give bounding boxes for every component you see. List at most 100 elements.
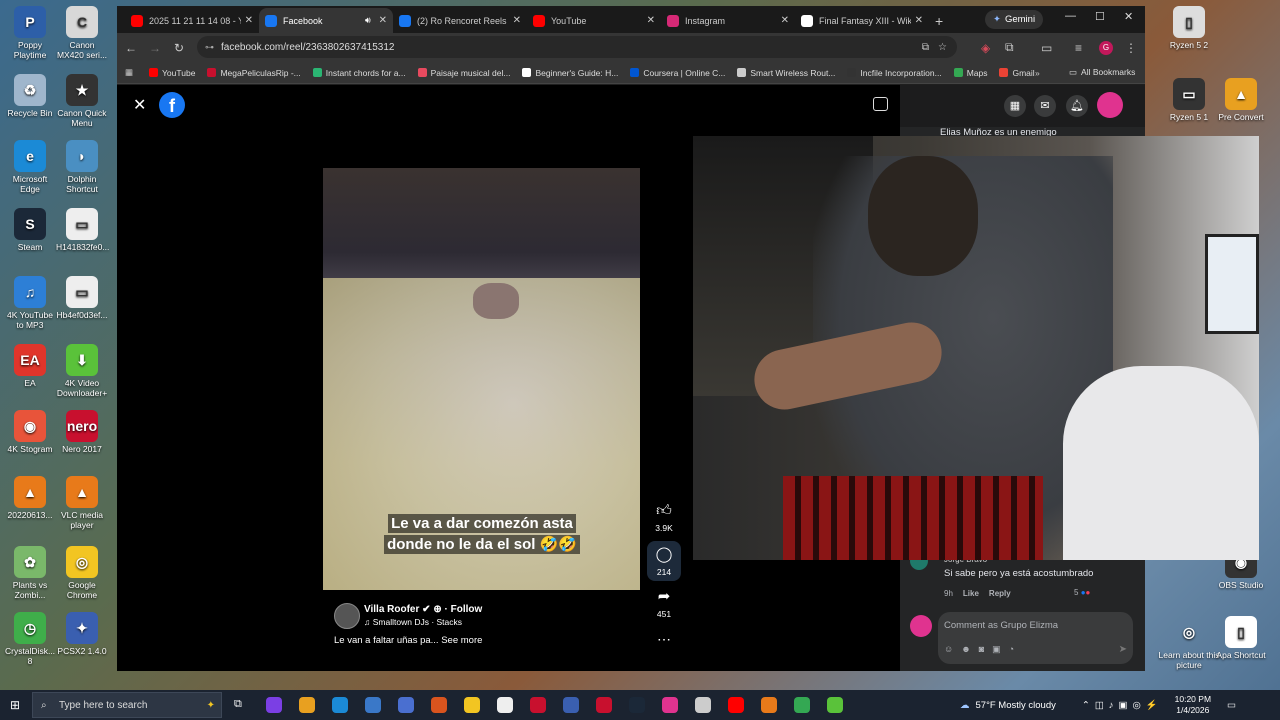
media-control-icon[interactable]: ≡ [1075,41,1082,55]
url-field[interactable]: ⊶ facebook.com/reel/2363802637415312 ⧉ ☆ [197,36,957,58]
taskbar-app-icon[interactable] [629,697,645,713]
desktop-icon[interactable]: ♻ Recycle Bin [4,74,56,118]
install-app-icon[interactable]: ⧉ [922,42,929,53]
browser-tab[interactable]: Instagram ✕ [661,8,795,33]
taskbar-app-icon[interactable] [266,697,282,713]
taskbar-app-icon[interactable] [497,697,513,713]
share-action[interactable]: ➦ 451 [647,587,681,619]
bookmark-star-icon[interactable]: ☆ [938,42,947,53]
desktop-icon[interactable]: ▲ Pre Convert [1206,78,1276,122]
gif-icon[interactable]: ▣ [992,644,1001,655]
maximize-button[interactable]: ☐ [1095,10,1105,23]
close-tab-icon[interactable]: ✕ [245,15,253,26]
desktop-icon[interactable]: ▭ H141832fe0... [56,208,109,252]
bookmark-item[interactable]: Incfile Incorporation... [847,68,942,78]
close-tab-icon[interactable]: ✕ [513,15,521,26]
author-avatar[interactable] [334,603,360,629]
all-bookmarks-folder[interactable]: ▭ All Bookmarks [1069,67,1135,78]
browser-tab[interactable]: (2) Ro Rencoret Reels | F✕ [393,8,527,33]
browser-menu-icon[interactable]: ⋮ [1125,41,1137,55]
notifications-icon[interactable]: ▭ [1227,700,1236,711]
messenger-icon[interactable]: ✉ [1034,95,1056,117]
clock[interactable]: 10:20 PM 1/4/2026 [1175,694,1211,716]
taskbar-app-icon[interactable] [398,697,414,713]
start-button[interactable]: ⊞ [10,698,20,712]
taskbar-app-icon[interactable] [728,697,744,713]
desktop-icon[interactable]: C Canon MX420 seri... [56,6,108,60]
bookmark-item[interactable]: Smart Wireless Rout... [737,68,835,78]
back-button[interactable]: ← [119,41,143,55]
desktop-icon[interactable]: ▲ 20220613... [4,476,56,520]
close-window-button[interactable]: ✕ [1124,10,1133,23]
browser-tab[interactable]: Final Fantasy XIII - Wikip ✕ [795,8,929,33]
taskbar-app-icon[interactable] [596,697,612,713]
close-tab-icon[interactable]: ✕ [647,15,655,26]
music-link[interactable]: Smalltown DJs · Stacks [373,617,462,627]
send-icon[interactable]: ➤ [1119,644,1127,655]
bookmark-item[interactable]: Paisaje musical del... [417,68,510,78]
bookmark-item[interactable]: MegaPeliculasRip -... [207,68,301,78]
taskbar-app-icon[interactable] [794,697,810,713]
taskbar-app-icon[interactable] [695,697,711,713]
close-tab-icon[interactable]: ✕ [781,15,789,26]
emoji-icon[interactable]: ☻ [961,644,970,655]
bookmark-item[interactable]: Beginner's Guide: H... [522,68,618,78]
bookmark-item[interactable]: YouTube [149,68,195,78]
taskbar-app-icon[interactable] [299,697,315,713]
taskbar-app-icon[interactable] [464,697,480,713]
bookmark-item[interactable]: Gmail [999,68,1035,78]
extensions-puzzle-icon[interactable]: ⧉ [1005,40,1014,55]
close-tab-icon[interactable]: ✕ [915,15,923,26]
bookmark-item[interactable]: Maps [953,68,987,78]
taskbar-app-icon[interactable] [365,697,381,713]
menu-grid-icon[interactable]: ▦ [1004,95,1026,117]
desktop-icon[interactable]: ♫ 4K YouTube to MP3 [4,276,56,330]
taskbar-app-icon[interactable] [563,697,579,713]
desktop-icon[interactable]: ◉ 4K Stogram [4,410,56,454]
follow-link[interactable]: Follow [451,604,483,615]
weather-text[interactable]: 57°F Mostly cloudy [976,700,1056,711]
facebook-logo[interactable]: f [159,92,185,118]
taskbar-app-icon[interactable] [827,697,843,713]
see-more-link[interactable]: See more [441,635,482,646]
desktop-icon[interactable]: ▲ VLC media player [56,476,108,530]
desktop-icon[interactable]: ◷ CrystalDisk... 8 [4,612,56,666]
reaction-count[interactable]: 5 ●● [1074,588,1090,597]
browser-tab[interactable]: 2025 11 21 11 14 08 - Yo ✕ [125,8,259,33]
comment-input[interactable]: Comment as Grupo Elizma ☺ ☻ ◙ ▣ ◔ ➤ [938,612,1133,664]
gemini-button[interactable]: ✦ Gemini [985,10,1044,29]
bookmark-item[interactable]: Coursera | Online C... [630,68,725,78]
site-info-icon[interactable]: ⊶ [205,42,214,53]
desktop-icon[interactable]: ▭ Hb4ef0d3ef... [56,276,108,320]
taskbar-search[interactable]: ⌕ Type here to search ✦ [32,692,222,718]
extension-icon[interactable]: ◈ [981,41,990,55]
close-reel-button[interactable]: ✕ [133,95,146,115]
camera-icon[interactable]: ◙ [979,644,984,655]
comment-action[interactable]: ◯ 214 [647,541,681,581]
browser-tab[interactable]: Facebook 🔊︎ ✕ [259,8,393,33]
comment-reply-link[interactable]: Reply [989,589,1011,598]
desktop-icon[interactable]: P Poppy Playtime [4,6,56,60]
taskbar-app-icon[interactable] [332,697,348,713]
reload-button[interactable]: ↻ [167,41,191,55]
avatar-sticker-icon[interactable]: ☺ [944,644,953,655]
profile-avatar[interactable]: G [1099,40,1113,55]
more-bookmarks-icon[interactable]: » [1035,68,1040,78]
taskbar-app-icon[interactable] [761,697,777,713]
copilot-sparkle-icon[interactable]: ✦ [207,700,215,711]
audio-icon[interactable]: 🔊︎ [365,15,371,26]
forward-button[interactable]: → [143,41,167,55]
taskbar-app-icon[interactable] [662,697,678,713]
desktop-icon[interactable]: ◎ Google Chrome [56,546,108,600]
browser-tab[interactable]: YouTube ✕ [527,8,661,33]
comment-like-link[interactable]: Like [963,589,979,598]
new-tab-button[interactable]: + [935,8,943,33]
task-view-icon[interactable]: ⧉ [234,698,242,711]
bookmark-item[interactable]: Instant chords for a... [312,68,406,78]
expand-panel-icon[interactable] [873,97,888,111]
sticker-icon[interactable]: ◔ [1009,644,1014,655]
notifications-bell-icon[interactable]: 🔔︎ [1066,95,1088,117]
tray-icons[interactable]: ⌃◫♪▣◎⚡ [1082,700,1163,711]
desktop-icon[interactable]: ▯ Apa Shortcut [1206,616,1276,660]
taskbar-app-icon[interactable] [530,697,546,713]
